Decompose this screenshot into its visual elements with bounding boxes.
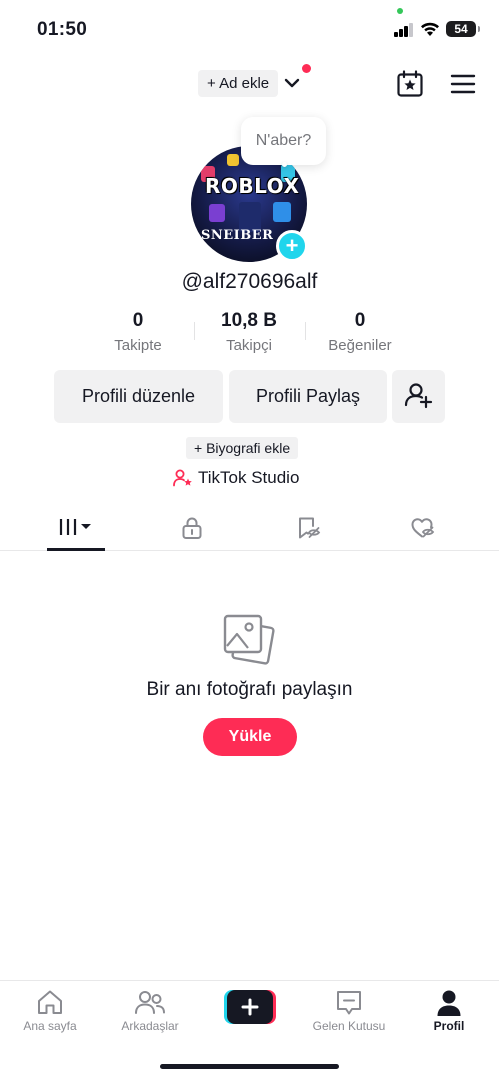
nav-label: Gelen Kutusu [312,1019,386,1033]
avatar-brand-text: ROBLOX [205,174,300,198]
tab-liked[interactable] [388,505,458,551]
add-name-button[interactable]: + Ad ekle [198,70,279,97]
add-user-icon [404,383,433,409]
stat-divider [305,322,306,340]
stat-value: 0 [132,310,144,331]
edit-profile-button[interactable]: Profili düzenle [54,370,223,423]
stat-likes[interactable]: 0 Beğeniler [305,310,415,354]
nav-label: Ana sayfa [23,1019,77,1033]
calendar-star-icon[interactable] [396,70,424,98]
stat-label: Takipte [114,337,162,354]
active-tab-indicator [47,548,105,551]
battery-indicator: 54 [446,21,480,37]
empty-state-title: Bir anı fotoğrafı paylaşın [146,679,353,700]
username: @alf270696alf [181,270,318,293]
avatar-tag-text: SNEIBER [201,228,274,243]
friends-icon [135,991,165,1014]
inbox-icon [337,991,361,1015]
create-plus-icon [224,990,276,1024]
content-tabs [0,505,499,551]
chevron-down-icon[interactable] [283,76,301,90]
stat-label: Beğeniler [328,337,392,354]
profile-icon [437,990,461,1016]
tab-private[interactable] [157,505,227,551]
stat-value: 0 [354,310,366,331]
nav-home[interactable]: Ana sayfa [0,981,100,1041]
nav-inbox[interactable]: Gelen Kutusu [299,981,399,1041]
tab-videos[interactable] [41,505,111,551]
tiktok-studio-link[interactable]: TikTok Studio [198,467,299,489]
grid-icon [59,519,91,535]
stat-label: Takipçi [226,337,272,354]
add-bio-button[interactable]: + Biyografi ekle [186,437,299,459]
stat-value: 10,8 B [221,310,277,331]
nav-label: Arkadaşlar [121,1019,179,1033]
heart-hidden-icon [411,518,435,538]
share-profile-button[interactable]: Profili Paylaş [229,370,387,423]
status-time: 01:50 [37,19,88,40]
nav-profile[interactable]: Profil [399,981,499,1041]
upload-button[interactable]: Yükle [203,718,297,756]
nav-create[interactable] [200,981,300,1041]
stat-followers[interactable]: 10,8 B Takipçi [194,310,304,354]
add-friend-button[interactable] [392,370,445,423]
lock-icon [182,517,202,539]
bubble-tail [282,162,287,167]
profile-stats: 0 Takipte 10,8 B Takipçi 0 Beğeniler [0,310,499,356]
stat-following[interactable]: 0 Takipte [83,310,193,354]
cellular-signal-icon [394,23,414,37]
tab-saved[interactable] [274,505,344,551]
nav-label: Profil [433,1019,465,1033]
status-bar: 01:50 54 [0,0,499,56]
camera-indicator-dot [397,8,403,14]
status-bubble[interactable]: N'aber? [241,117,326,165]
home-icon [38,990,62,1014]
home-indicator [160,1064,339,1069]
photo-stack-icon [223,614,275,665]
tiktok-studio-icon[interactable] [173,469,193,487]
bookmark-hidden-icon [299,517,321,539]
menu-icon[interactable] [450,73,476,95]
nav-friends[interactable]: Arkadaşlar [100,981,200,1041]
add-avatar-plus-icon[interactable]: + [276,230,308,262]
wifi-icon [421,22,439,36]
notification-dot [302,64,311,73]
stat-divider [194,322,195,340]
